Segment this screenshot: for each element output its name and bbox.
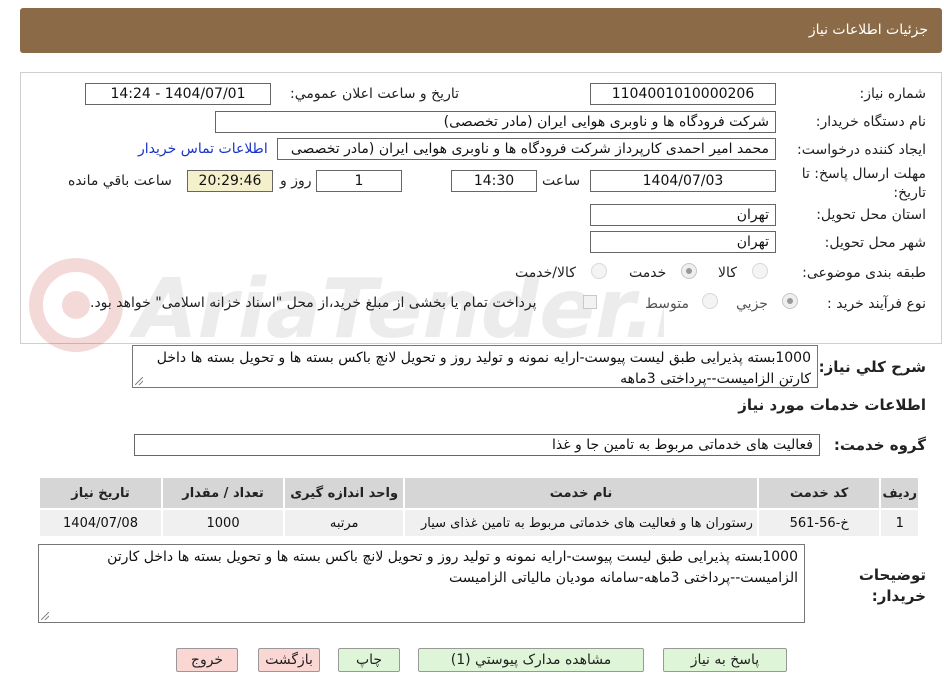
service-group-field: فعالیت های خدماتی مربوط به تامین جا و غذ… bbox=[134, 434, 820, 456]
days-label: روز و bbox=[280, 173, 312, 189]
requester-label: ايجاد كننده درخواست: bbox=[797, 142, 926, 158]
requester-field: محمد امیر احمدی کارپرداز شرکت فرودگاه ها… bbox=[277, 138, 776, 160]
category-goods-radio[interactable] bbox=[752, 263, 768, 279]
buyer-notes-text: 1000بسته پذیرایی طبق لیست پیوست-ارایه نم… bbox=[107, 549, 798, 586]
deadline-label: مهلت ارسال پاسخ: تا تاریخ: bbox=[801, 166, 926, 201]
page-header: جزئیات اطلاعات نیاز bbox=[20, 8, 942, 53]
cell-row-number: 1 bbox=[879, 508, 920, 538]
col-unit: واحد اندازه گيری bbox=[283, 476, 406, 510]
col-service-code: کد خدمت bbox=[756, 476, 882, 510]
need-summary-label: شرح كلي نياز: bbox=[818, 358, 926, 376]
category-goods-service-radio[interactable] bbox=[591, 263, 607, 279]
need-summary-text: 1000بسته پذیرایی طبق لیست پیوست-ارایه نم… bbox=[156, 350, 811, 387]
process-medium-label: متوسط bbox=[645, 296, 689, 312]
view-attachments-button[interactable]: مشاهده مدارک پيوستي (1) bbox=[418, 648, 644, 672]
col-service-name: نام خدمت bbox=[403, 476, 759, 510]
province-label: استان محل تحويل: bbox=[816, 207, 926, 223]
deadline-time-field: 14:30 bbox=[451, 170, 537, 192]
announce-datetime-field: 1404/07/01 - 14:24 bbox=[85, 83, 271, 105]
col-row-number: رديف bbox=[879, 476, 920, 510]
respond-button[interactable]: پاسخ به نياز bbox=[663, 648, 787, 672]
col-need-date: تاريخ نياز bbox=[37, 476, 164, 510]
treasury-payment-checkbox[interactable] bbox=[583, 295, 597, 309]
category-label: طبقه بندی موضوعی: bbox=[802, 265, 926, 281]
page-title: جزئیات اطلاعات نیاز bbox=[808, 22, 928, 38]
process-medium-radio[interactable] bbox=[702, 293, 718, 309]
remaining-time-field: 20:29:46 bbox=[187, 170, 273, 192]
services-section-title: اطلاعات خدمات مورد نياز bbox=[738, 396, 926, 414]
resize-grip-icon[interactable] bbox=[135, 377, 143, 385]
print-button[interactable]: چاپ bbox=[338, 648, 400, 672]
deadline-time-label: ساعت bbox=[542, 173, 581, 189]
exit-button[interactable]: خروج bbox=[176, 648, 238, 672]
cell-quantity: 1000 bbox=[161, 508, 286, 538]
buyer-notes-textarea[interactable]: 1000بسته پذیرایی طبق لیست پیوست-ارایه نم… bbox=[38, 544, 805, 623]
service-group-label: گروه خدمت: bbox=[833, 436, 926, 454]
back-button[interactable]: بازگشت bbox=[258, 648, 320, 672]
need-summary-textarea[interactable]: 1000بسته پذیرایی طبق لیست پیوست-ارایه نم… bbox=[132, 345, 818, 388]
process-small-radio[interactable] bbox=[782, 293, 798, 309]
cell-need-date: 1404/07/08 bbox=[37, 508, 164, 538]
announce-datetime-label: تاریخ و ساعت اعلان عمومي: bbox=[290, 86, 459, 102]
deadline-date-field: 1404/07/03 bbox=[590, 170, 776, 192]
treasury-payment-note: پرداخت تمام يا بخشی از مبلغ خريد،از محل … bbox=[90, 295, 537, 311]
remaining-days-field: 1 bbox=[316, 170, 402, 192]
cell-service-name: رستوران ها و فعالیت های خدماتی مربوط به … bbox=[403, 508, 759, 538]
cell-service-code: خ-56-561 bbox=[756, 508, 882, 538]
services-table: رديف کد خدمت نام خدمت واحد اندازه گيری ت… bbox=[37, 476, 920, 538]
table-row: 1 خ-56-561 رستوران ها و فعالیت های خدمات… bbox=[37, 508, 920, 538]
resize-grip-icon[interactable] bbox=[41, 612, 49, 620]
need-number-label: شماره نیاز: bbox=[859, 86, 927, 102]
category-service-radio[interactable] bbox=[681, 263, 697, 279]
process-type-label: نوع فرآيند خريد : bbox=[827, 296, 926, 312]
buyer-org-field: شرکت فرودگاه ها و ناوبری هوايی ايران (ما… bbox=[215, 111, 776, 133]
col-quantity: تعداد / مقدار bbox=[161, 476, 286, 510]
table-header-row: رديف کد خدمت نام خدمت واحد اندازه گيری ت… bbox=[37, 476, 920, 510]
buyer-notes-label: توضيحات خريدار: bbox=[858, 566, 926, 605]
buyer-contact-link[interactable]: اطلاعات تماس خريدار bbox=[138, 141, 268, 157]
category-goods-label: كالا bbox=[718, 265, 737, 281]
buyer-org-label: نام دستگاه خريدار: bbox=[815, 114, 926, 130]
process-small-label: جزيي bbox=[736, 296, 768, 312]
city-field: تهران bbox=[590, 231, 776, 253]
category-service-label: خدمت bbox=[629, 265, 667, 281]
province-field: تهران bbox=[590, 204, 776, 226]
city-label: شهر محل تحويل: bbox=[824, 235, 926, 251]
category-goods-service-label: كالا/خدمت bbox=[515, 265, 576, 281]
remaining-time-label: ساعت باقي مانده bbox=[68, 173, 172, 189]
cell-unit: مرتبه bbox=[283, 508, 406, 538]
need-number-field: 1104001010000206 bbox=[590, 83, 776, 105]
